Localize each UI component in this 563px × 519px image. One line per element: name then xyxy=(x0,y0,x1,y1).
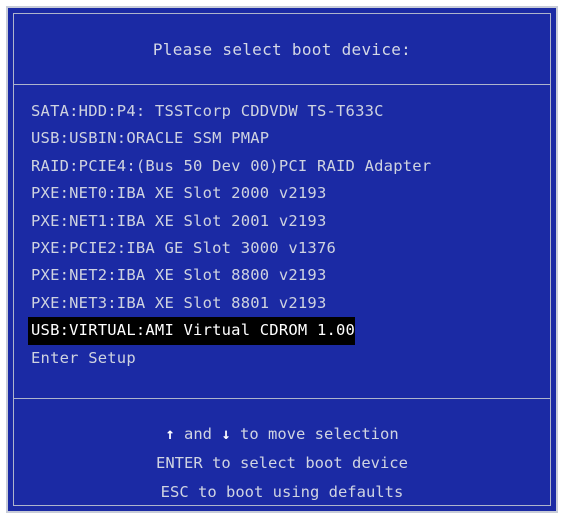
boot-option-usb-usbin[interactable]: USB:USBIN:ORACLE SSM PMAP xyxy=(28,125,269,152)
boot-option-pxe-net2[interactable]: PXE:NET2:IBA XE Slot 8800 v2193 xyxy=(28,262,327,289)
help-line-navigation: ↑ and ↓ to move selection xyxy=(14,420,550,449)
help-text: ↑ and ↓ to move selection ENTER to selec… xyxy=(14,420,550,507)
bios-screen: Please select boot device: SATA:HDD:P4: … xyxy=(0,0,563,519)
help-line-enter: ENTER to select boot device xyxy=(156,454,408,472)
boot-option-raid-pcie4[interactable]: RAID:PCIE4:(Bus 50 Dev 00)PCI RAID Adapt… xyxy=(28,153,431,180)
dialog-header: Please select boot device: xyxy=(14,14,550,84)
help-move-text: to move selection xyxy=(230,425,399,443)
enter-setup-option[interactable]: Enter Setup xyxy=(28,345,136,372)
dialog-title: Please select boot device: xyxy=(152,39,412,59)
help-line-esc: ESC to boot using defaults xyxy=(160,483,404,501)
arrow-down-icon: ↓ xyxy=(221,425,231,443)
boot-device-dialog: Please select boot device: SATA:HDD:P4: … xyxy=(6,6,558,513)
boot-option-sata-hdd[interactable]: SATA:HDD:P4: TSSTcorp CDDVDW TS-T633C xyxy=(28,98,384,125)
boot-option-pxe-net1[interactable]: PXE:NET1:IBA XE Slot 2001 v2193 xyxy=(28,208,327,235)
boot-device-list: SATA:HDD:P4: TSSTcorp CDDVDW TS-T633C US… xyxy=(28,98,548,372)
boot-option-usb-virtual-cdrom[interactable]: USB:VIRTUAL:AMI Virtual CDROM 1.00 xyxy=(28,317,356,345)
footer-divider xyxy=(14,398,550,399)
help-and-text: and xyxy=(174,425,222,443)
boot-option-pxe-net0[interactable]: PXE:NET0:IBA XE Slot 2000 v2193 xyxy=(28,180,327,207)
boot-option-pxe-pcie2[interactable]: PXE:PCIE2:IBA GE Slot 3000 v1376 xyxy=(28,235,336,262)
header-divider xyxy=(14,84,550,85)
arrow-up-icon: ↑ xyxy=(165,425,175,443)
boot-option-pxe-net3[interactable]: PXE:NET3:IBA XE Slot 8801 v2193 xyxy=(28,290,327,317)
